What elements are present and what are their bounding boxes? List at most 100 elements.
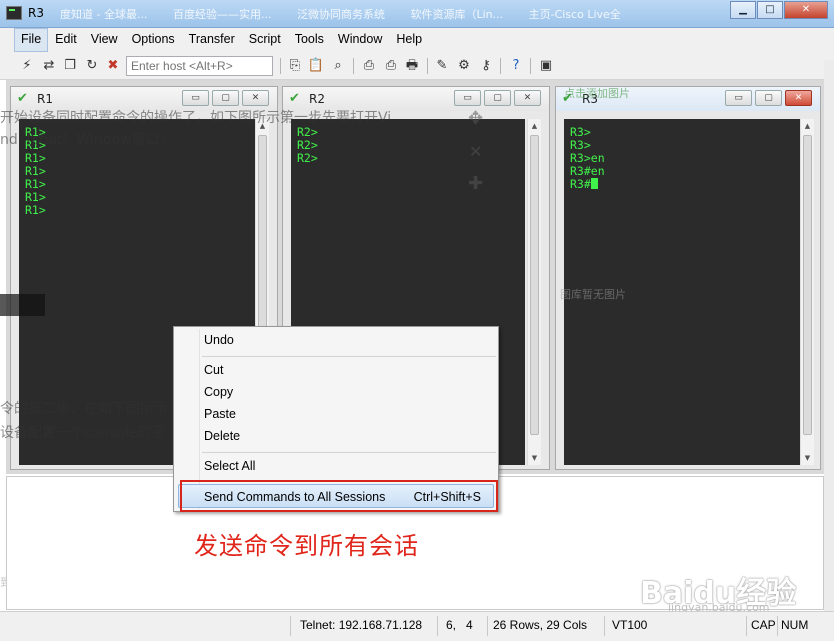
print-selection-icon[interactable]: ⎙ xyxy=(382,57,400,75)
menu-item-delete[interactable]: Delete xyxy=(204,429,240,443)
menu-options[interactable]: Options xyxy=(125,28,182,52)
scroll-up-icon[interactable]: ▲ xyxy=(256,119,269,133)
session-minimize-button[interactable]: ▭ xyxy=(454,90,481,106)
connected-check-icon: ✔ xyxy=(562,91,573,106)
status-bar: Telnet: 192.168.71.128 6, 4 26 Rows, 29 … xyxy=(0,611,834,641)
reconnect-icon[interactable]: ↻ xyxy=(83,57,101,75)
menu-item-copy[interactable]: Copy xyxy=(204,385,233,399)
session-name: R3 xyxy=(582,92,598,106)
session-restore-button[interactable]: ▢ xyxy=(212,90,239,106)
session-minimize-button[interactable]: ▭ xyxy=(725,90,752,106)
menu-transfer[interactable]: Transfer xyxy=(182,28,242,52)
scroll-up-icon[interactable]: ▲ xyxy=(528,119,541,133)
session-close-button[interactable]: ✕ xyxy=(785,90,812,106)
session-window-r3[interactable]: ✔ R3 ▭ ▢ ✕ R3> R3> R3>en R3#en R3# ▲ ▼ xyxy=(555,86,821,470)
status-emulation: VT100 xyxy=(612,618,648,632)
copy-icon[interactable]: ⎘ xyxy=(286,57,304,75)
connect-in-tab-icon[interactable]: ❐ xyxy=(61,57,79,75)
session-restore-button[interactable]: ▢ xyxy=(484,90,511,106)
window-controls: ▁ □ ✕ xyxy=(729,1,828,19)
menu-separator xyxy=(202,356,496,357)
toolbar-separator xyxy=(500,58,501,74)
menu-item-select-all[interactable]: Select All xyxy=(204,459,255,473)
host-input[interactable] xyxy=(126,56,273,76)
ghost-tab: 软件资源库（Lin... xyxy=(410,8,504,21)
terminal-line: R1> xyxy=(25,177,46,191)
session-controls: ▭ ▢ ✕ xyxy=(722,90,812,106)
minimize-button[interactable]: ▁ xyxy=(730,1,756,19)
session-restore-button[interactable]: ▢ xyxy=(755,90,782,106)
terminal-scrollbar[interactable]: ▲ ▼ xyxy=(800,119,814,465)
connected-check-icon: ✔ xyxy=(17,91,28,106)
disconnect-icon[interactable]: ✖ xyxy=(104,57,122,75)
close-button[interactable]: ✕ xyxy=(784,1,828,19)
terminal-prompt: R3# xyxy=(570,177,591,191)
status-separator xyxy=(487,616,488,636)
toolbar-separator xyxy=(427,58,428,74)
session-titlebar[interactable]: ✔ R1 ▭ ▢ ✕ xyxy=(11,87,277,111)
status-separator xyxy=(777,616,778,636)
background-browser-tabs: 度知道 - 全球最... 百度经验——实用... 泛微协同商务系统 软件资源库（… xyxy=(60,6,720,22)
menu-item-undo[interactable]: Undo xyxy=(204,333,234,347)
ghost-tab: 主页-Cisco Live全 xyxy=(528,8,621,21)
title-bar: R3 度知道 - 全球最... 百度经验——实用... 泛微协同商务系统 软件资… xyxy=(0,0,834,28)
global-options-icon[interactable]: ⚙ xyxy=(455,57,473,75)
menu-file[interactable]: File xyxy=(14,28,49,52)
session-close-button[interactable]: ✕ xyxy=(514,90,541,106)
status-num-lock: NUM xyxy=(781,618,809,632)
help-icon[interactable]: ? xyxy=(507,57,525,75)
terminal-line: R1> xyxy=(25,138,46,152)
printer-icon[interactable]: 🖶 xyxy=(403,57,421,75)
terminal-line: R2> xyxy=(297,125,318,139)
keymap-icon[interactable]: ⚷ xyxy=(477,57,495,75)
paste-icon[interactable]: 📋 xyxy=(307,57,325,75)
screenshot-icon[interactable]: ▣ xyxy=(537,57,555,75)
menu-window[interactable]: Window xyxy=(331,28,389,52)
scroll-thumb[interactable] xyxy=(530,135,539,435)
terminal-line: R1> xyxy=(25,164,46,178)
session-controls: ▭ ▢ ✕ xyxy=(179,90,269,106)
highlight-box xyxy=(180,480,498,512)
session-minimize-button[interactable]: ▭ xyxy=(182,90,209,106)
ghost-tab: 泛微协同商务系统 xyxy=(296,8,385,21)
terminal-line: R1> xyxy=(25,190,46,204)
connected-check-icon: ✔ xyxy=(289,91,300,106)
terminal-line: R1> xyxy=(25,151,46,165)
print-icon[interactable]: ⎙ xyxy=(360,57,378,75)
menu-item-cut[interactable]: Cut xyxy=(204,363,223,377)
scroll-up-icon[interactable]: ▲ xyxy=(801,119,814,133)
status-separator xyxy=(604,616,605,636)
session-titlebar[interactable]: ✔ R3 ▭ ▢ ✕ xyxy=(556,87,820,111)
menu-edit[interactable]: Edit xyxy=(48,28,84,52)
annotation-text: 发送命令到所有会话 xyxy=(194,532,419,560)
menu-view[interactable]: View xyxy=(84,28,125,52)
toolbar: ⚡ ⇄ ❐ ↻ ✖ ⎘ 📋 ⌕ ⎙ ⎙ 🖶 ✎ ⚙ ⚷ ? ▣ xyxy=(0,52,834,80)
terminal-r3[interactable]: R3> R3> R3>en R3#en R3# xyxy=(564,119,800,465)
menu-tools[interactable]: Tools xyxy=(288,28,331,52)
connect-icon[interactable]: ⚡ xyxy=(18,57,36,75)
scroll-thumb[interactable] xyxy=(803,135,812,435)
menu-script[interactable]: Script xyxy=(242,28,288,52)
session-close-button[interactable]: ✕ xyxy=(242,90,269,106)
scroll-down-icon[interactable]: ▼ xyxy=(528,451,541,465)
right-edge-scrollbar[interactable] xyxy=(824,60,834,640)
quick-connect-icon[interactable]: ⇄ xyxy=(40,57,58,75)
session-name: R1 xyxy=(37,92,53,106)
scroll-down-icon[interactable]: ▼ xyxy=(801,451,814,465)
terminal-line: R1> xyxy=(25,203,46,217)
menu-help[interactable]: Help xyxy=(389,28,429,52)
menu-item-paste[interactable]: Paste xyxy=(204,407,236,421)
session-titlebar[interactable]: ✔ R2 ▭ ▢ ✕ xyxy=(283,87,549,111)
menu-separator xyxy=(202,452,496,453)
ghost-tab: 度知道 - 全球最... xyxy=(60,8,148,21)
maximize-button[interactable]: □ xyxy=(757,1,783,19)
status-cursor-position: 6, 4 xyxy=(446,618,473,632)
find-icon[interactable]: ⌕ xyxy=(329,57,347,75)
terminal-scrollbar[interactable]: ▲ ▼ xyxy=(527,119,541,465)
terminal-line: R1> xyxy=(25,125,46,139)
status-terminal-size: 26 Rows, 29 Cols xyxy=(493,618,588,632)
toolbar-separator xyxy=(353,58,354,74)
session-options-icon[interactable]: ✎ xyxy=(433,57,451,75)
terminal-line: R3#en xyxy=(570,164,605,178)
status-separator xyxy=(290,616,291,636)
